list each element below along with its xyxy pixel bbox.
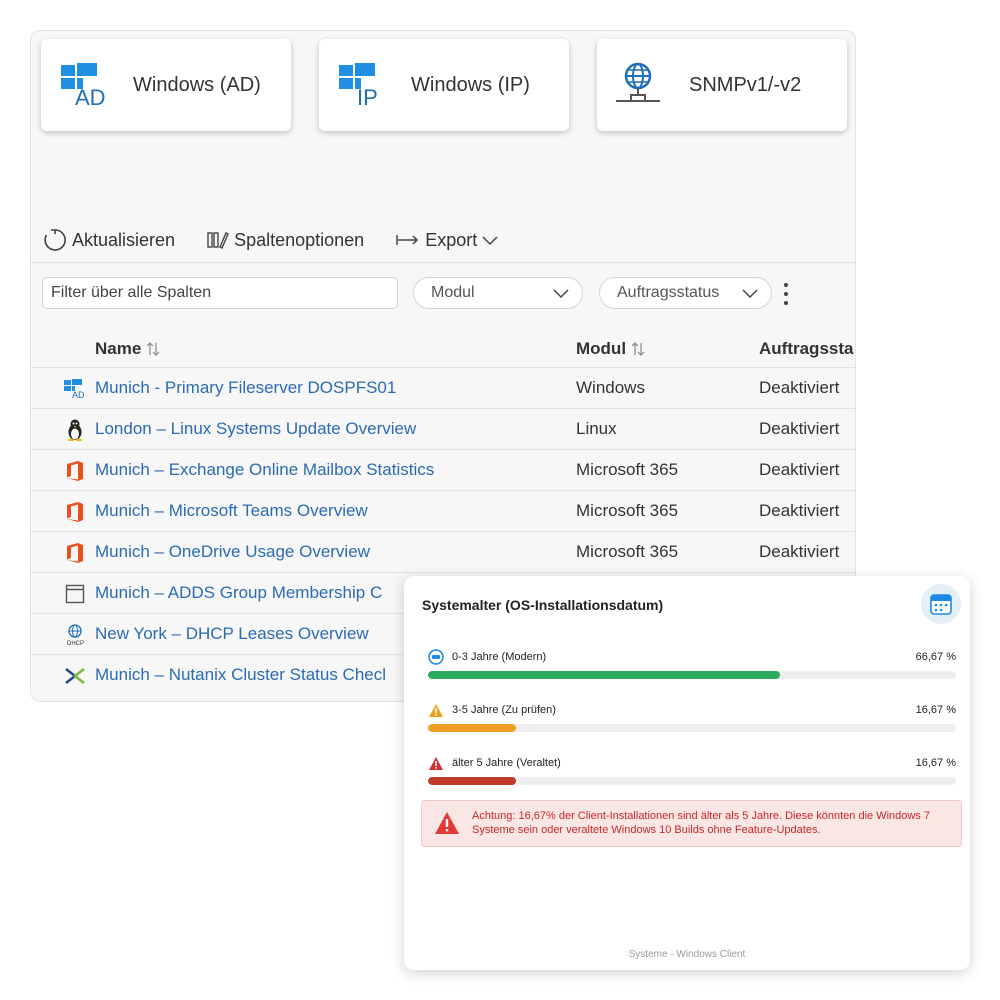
table-row[interactable]: London – Linux Systems Update Overview L…: [31, 408, 855, 449]
windows-ad-icon: AD: [64, 378, 86, 400]
svg-text:IP: IP: [357, 85, 378, 107]
row-module: Windows: [576, 378, 645, 397]
table-row[interactable]: AD Munich - Primary Fileserver DOSPFS01 …: [31, 367, 855, 408]
svg-text:AD: AD: [72, 390, 85, 399]
sort-icon: [631, 342, 645, 356]
module-dropdown-label: Modul: [431, 284, 475, 301]
row-status: Deaktiviert: [759, 501, 840, 520]
progress-fill: [428, 777, 517, 785]
metric-label: 0-3 Jahre (Modern): [452, 651, 547, 663]
window-icon: [64, 583, 86, 605]
nutanix-icon: [64, 665, 86, 687]
column-options-label: Spaltenoptionen: [234, 229, 365, 250]
metric-percent: 16,67 %: [915, 757, 956, 769]
danger-icon: [429, 756, 443, 770]
calendar-icon: [930, 594, 952, 615]
row-name-link[interactable]: New York – DHCP Leases Overview: [95, 624, 369, 644]
calendar-button[interactable]: [921, 584, 961, 624]
status-dropdown-label: Auftragsstatus: [617, 284, 720, 301]
card-title: Systemalter (OS-Installationsdatum): [422, 597, 664, 613]
row-name-link[interactable]: London – Linux Systems Update Overview: [95, 419, 416, 439]
row-module: Microsoft 365: [576, 542, 679, 561]
filter-input[interactable]: [42, 277, 398, 309]
row-module: Microsoft 365: [576, 460, 679, 479]
module-tiles: AD Windows (AD) IP Windows (IP) SNMPv1/-…: [41, 39, 847, 131]
divider: [31, 262, 855, 263]
tile-snmp[interactable]: SNMPv1/-v2: [597, 39, 847, 131]
row-name-link[interactable]: Munich – Exchange Online Mailbox Statist…: [95, 460, 434, 480]
dhcp-globe-icon: DHCP: [64, 624, 86, 646]
refresh-button[interactable]: Aktualisieren: [43, 228, 175, 252]
refresh-icon: [44, 229, 66, 251]
tile-windows-ad[interactable]: AD Windows (AD): [41, 39, 291, 131]
chevron-down-icon: [553, 289, 569, 299]
export-label: Export: [425, 229, 478, 250]
windows-ip-icon: IP: [335, 60, 385, 110]
card-footer: Systeme - Windows Client: [628, 949, 746, 960]
module-dropdown[interactable]: Modul: [413, 277, 583, 309]
progress-fill: [428, 724, 517, 732]
row-status: Deaktiviert: [759, 419, 840, 438]
metric-percent: 16,67 %: [915, 704, 956, 716]
column-header-status[interactable]: Auftragssta: [759, 339, 853, 359]
progress-track: [428, 671, 956, 679]
tile-label: Windows (AD): [133, 73, 261, 96]
row-status: Deaktiviert: [759, 460, 840, 479]
progress-track: [428, 724, 956, 732]
svg-text:DHCP: DHCP: [67, 641, 84, 646]
chevron-down-icon: [742, 289, 758, 299]
outdated-alert: Achtung: 16,67% der Client-Installatione…: [421, 800, 962, 847]
progress-track: [428, 777, 956, 785]
metric-outdated: älter 5 Jahre (Veraltet) 16,67 %: [428, 754, 956, 785]
export-arrow-icon: [396, 235, 419, 245]
chevron-down-icon: [482, 236, 498, 246]
office-icon: [64, 501, 86, 523]
row-module: Linux: [576, 419, 617, 438]
progress-fill: [428, 671, 781, 679]
tile-label: SNMPv1/-v2: [689, 73, 802, 96]
export-button[interactable]: Export: [396, 230, 504, 251]
table-row[interactable]: Munich – Exchange Online Mailbox Statist…: [31, 449, 855, 490]
column-options-button[interactable]: Spaltenoptionen: [207, 230, 364, 251]
system-age-card: Systemalter (OS-Installationsdatum) 0-3 …: [404, 576, 970, 970]
linux-icon: [64, 419, 86, 441]
status-dropdown[interactable]: Auftragsstatus: [599, 277, 772, 309]
tile-windows-ip[interactable]: IP Windows (IP): [319, 39, 569, 131]
metric-label: 3-5 Jahre (Zu prüfen): [452, 704, 556, 716]
row-name-link[interactable]: Munich - Primary Fileserver DOSPFS01: [95, 378, 396, 398]
modern-badge-icon: [428, 649, 444, 665]
row-status: Deaktiviert: [759, 378, 840, 397]
snmp-globe-icon: [613, 60, 663, 110]
table-row[interactable]: Munich – OneDrive Usage Overview Microso…: [31, 531, 855, 572]
alert-triangle-icon: [435, 812, 459, 834]
columns-icon: [207, 232, 229, 249]
office-icon: [64, 460, 86, 482]
warning-icon: [429, 703, 443, 717]
sort-icon: [146, 342, 160, 356]
row-name-link[interactable]: Munich – ADDS Group Membership C: [95, 583, 382, 603]
metric-modern: 0-3 Jahre (Modern) 66,67 %: [428, 648, 956, 679]
metric-review: 3-5 Jahre (Zu prüfen) 16,67 %: [428, 701, 956, 732]
row-module: Microsoft 365: [576, 501, 679, 520]
table-row[interactable]: Munich – Microsoft Teams Overview Micros…: [31, 490, 855, 531]
office-icon: [64, 542, 86, 564]
column-header-module[interactable]: Modul: [576, 339, 645, 359]
alert-message: Achtung: 16,67% der Client-Installatione…: [472, 810, 930, 836]
row-status: Deaktiviert: [759, 542, 840, 561]
metric-label: älter 5 Jahre (Veraltet): [452, 757, 561, 769]
row-name-link[interactable]: Munich – OneDrive Usage Overview: [95, 542, 370, 562]
refresh-label: Aktualisieren: [72, 229, 176, 250]
more-options-icon[interactable]: [780, 281, 792, 307]
toolbar: Aktualisieren Spaltenoptionen Export: [43, 227, 536, 253]
row-name-link[interactable]: Munich – Microsoft Teams Overview: [95, 501, 368, 521]
svg-text:AD: AD: [75, 85, 105, 107]
row-name-link[interactable]: Munich – Nutanix Cluster Status Checl: [95, 665, 386, 685]
tile-label: Windows (IP): [411, 73, 530, 96]
metric-percent: 66,67 %: [915, 651, 956, 663]
column-header-name[interactable]: Name: [95, 339, 160, 359]
windows-ad-icon: AD: [57, 60, 107, 110]
